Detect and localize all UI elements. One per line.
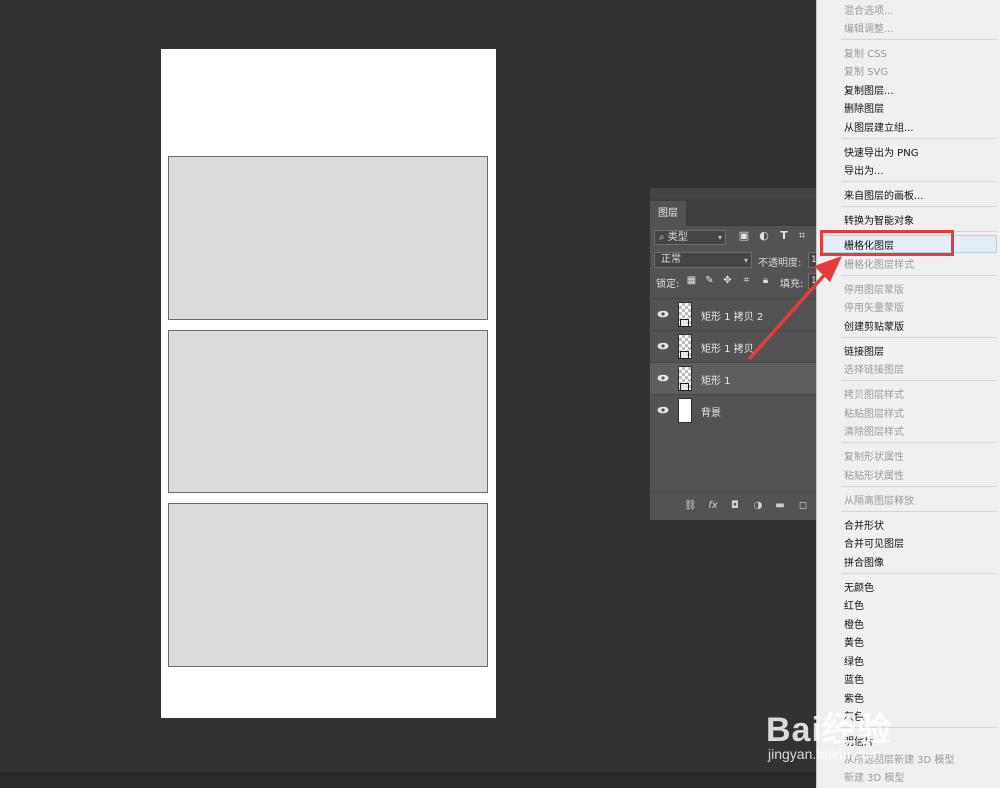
watermark-brand: Bai经验 <box>766 711 892 749</box>
annotation-arrow <box>748 256 842 360</box>
watermark-url: jingyan.baidu.com <box>768 746 881 762</box>
baidu-jingyan-watermark: Bai经验 jingyan.baidu.com <box>766 700 966 770</box>
